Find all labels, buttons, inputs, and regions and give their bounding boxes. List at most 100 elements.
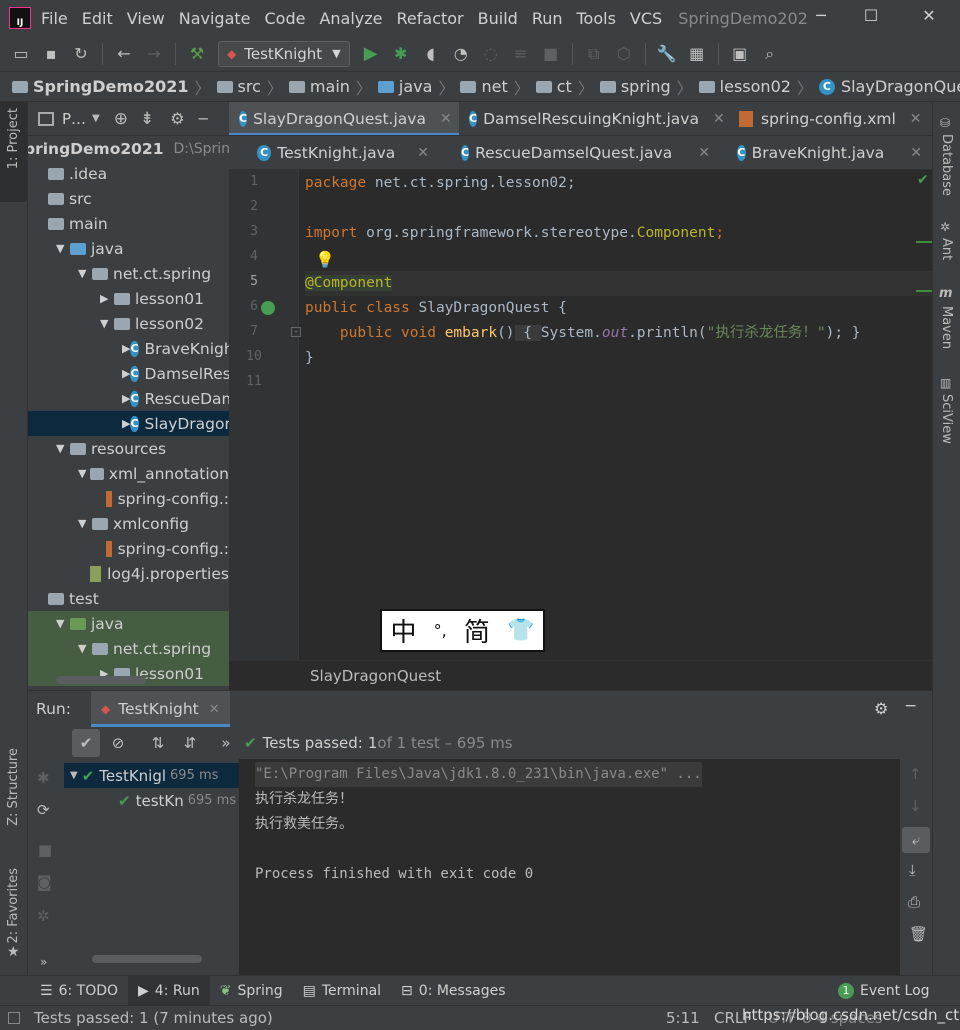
tab-run[interactable]: ▶ 4: Run <box>128 975 210 1006</box>
menu-tools[interactable]: Tools <box>577 9 616 28</box>
breadcrumb-project[interactable]: SpringDemo2021 〉 <box>12 75 217 99</box>
event-log-button[interactable]: 1 Event Log <box>828 976 940 1006</box>
coverage-icon[interactable]: ◖ <box>416 39 446 69</box>
vcs-update-icon[interactable]: ⧉ <box>579 39 609 69</box>
status-message[interactable]: Tests passed: 1 (7 minutes ago) <box>34 1009 273 1027</box>
tree-item[interactable]: ▶ C SlayDragon <box>28 411 229 436</box>
collapse-all-icon[interactable]: ⇟ <box>140 109 154 129</box>
tab-spring-config[interactable]: spring-config.xml ✕ <box>729 102 932 135</box>
presentation-icon[interactable]: ▣ <box>725 39 755 69</box>
print-icon[interactable]: ⎙ <box>908 893 920 911</box>
tree-item[interactable]: spring-config.: <box>28 486 229 511</box>
menu-navigate[interactable]: Navigate <box>179 9 251 28</box>
code-area[interactable]: package net.ct.spring.lesson02; import o… <box>305 170 932 660</box>
tab-damselrescuingknight[interactable]: C DamselRescuingKnight.java ✕ <box>459 102 729 135</box>
menu-run[interactable]: Run <box>532 9 563 28</box>
menu-edit[interactable]: Edit <box>82 9 113 28</box>
close-icon[interactable]: ✕ <box>417 145 429 161</box>
breadcrumb-net[interactable]: net 〉 <box>460 75 535 99</box>
attach-icon[interactable]: ◌ <box>476 39 506 69</box>
caret-position[interactable]: 5:11 <box>666 1009 700 1027</box>
tree-item[interactable]: ▼ java <box>28 611 229 636</box>
menu-file[interactable]: File <box>41 9 68 28</box>
spring-bean-gutter-icon[interactable] <box>261 301 275 315</box>
soft-wrap-icon[interactable]: ⤶ <box>902 827 930 853</box>
close-icon[interactable]: ✕ <box>440 111 452 127</box>
tab-rescuedamselquest[interactable]: C RescueDamselQuest.java ✕ <box>439 136 717 169</box>
menu-build[interactable]: Build <box>478 9 518 28</box>
debug-icon[interactable]: ✱ <box>37 769 50 787</box>
sort-alpha-icon[interactable]: ⇅ <box>144 729 172 757</box>
lightbulb-icon[interactable]: 💡 <box>315 250 335 269</box>
tree-item[interactable]: spring-config.: <box>28 536 229 561</box>
chevron-down-icon[interactable]: ▼ <box>78 267 92 280</box>
chevron-right-icon[interactable]: ▶ <box>122 392 130 405</box>
breadcrumb-main[interactable]: main 〉 <box>288 75 378 99</box>
tab-slaydragonquest[interactable]: C SlayDragonQuest.java ✕ <box>229 102 459 135</box>
close-icon[interactable]: ✕ <box>910 111 922 127</box>
tree-item[interactable]: ▼ xml_annotation <box>28 461 229 486</box>
database-toolwindow-button[interactable]: Database <box>939 134 954 196</box>
project-structure-icon[interactable]: ▦ <box>682 39 712 69</box>
footer-crumb-label[interactable]: SlayDragonQuest <box>310 667 441 685</box>
settings-icon[interactable]: ✲ <box>37 907 50 925</box>
close-window-button[interactable]: ✕ <box>914 6 944 30</box>
menu-view[interactable]: View <box>127 9 165 28</box>
open-folder-icon[interactable]: ▭ <box>6 39 36 69</box>
fold-icon[interactable]: - <box>291 327 301 337</box>
tree-item[interactable]: test <box>28 586 229 611</box>
chevron-right-icon[interactable]: ▶ <box>122 367 130 380</box>
test-row-testknight[interactable]: ▼ ✔ TestKnigl 695 ms <box>64 763 239 788</box>
menu-code[interactable]: Code <box>265 9 306 28</box>
menu-vcs[interactable]: VCS <box>630 9 662 28</box>
more-icon[interactable]: » <box>40 955 47 969</box>
breadcrumb-spring[interactable]: spring 〉 <box>599 75 699 99</box>
close-icon[interactable]: ✕ <box>713 111 725 127</box>
horizontal-scrollbar[interactable] <box>92 955 202 963</box>
maven-toolwindow-button[interactable]: Maven <box>939 306 954 349</box>
up-arrow-icon[interactable]: ↑ <box>909 765 922 783</box>
save-all-icon[interactable]: ▪ <box>36 39 66 69</box>
minimize-button[interactable]: ─ <box>806 6 836 30</box>
horizontal-scrollbar[interactable] <box>56 676 146 684</box>
chevron-down-icon[interactable]: ▼ <box>78 517 92 530</box>
chevron-right-icon[interactable]: ▶ <box>100 292 114 305</box>
menu-analyze[interactable]: Analyze <box>319 9 382 28</box>
chevron-down-icon[interactable]: ▼ <box>78 642 92 655</box>
close-icon[interactable]: ✕ <box>910 145 922 161</box>
run-icon[interactable]: ▶ <box>356 39 386 69</box>
rerun-icon[interactable]: ≡ <box>506 39 536 69</box>
show-passed-icon[interactable]: ✔ <box>72 729 100 757</box>
search-icon[interactable]: ⌕ <box>755 39 785 69</box>
chevron-down-icon[interactable]: ▼ <box>56 617 70 630</box>
tab-messages[interactable]: ⊟ 0: Messages <box>391 976 515 1006</box>
tab-braveknight[interactable]: C BraveKnight.java ✕ <box>717 136 932 169</box>
sort-duration-icon[interactable]: ⇵ <box>176 729 204 757</box>
chevron-down-icon[interactable]: ▼ <box>56 242 70 255</box>
stop-icon[interactable]: ■ <box>536 39 566 69</box>
tree-item[interactable]: ▶ lesson01 <box>28 286 229 311</box>
tree-item[interactable]: ▼ net.ct.spring <box>28 636 229 661</box>
trash-icon[interactable]: 🗑 <box>909 925 928 943</box>
tree-item[interactable]: ▼ xmlconfig <box>28 511 229 536</box>
tree-item[interactable]: main <box>28 211 229 236</box>
show-ignored-icon[interactable]: ⊘ <box>104 729 132 757</box>
breadcrumb-java[interactable]: java 〉 <box>377 75 461 99</box>
project-view-selector[interactable]: P… <box>62 110 86 128</box>
hide-panel-icon[interactable]: ─ <box>199 110 208 128</box>
breadcrumb-lesson02[interactable]: lesson02 〉 <box>698 75 819 99</box>
hide-panel-icon[interactable]: ─ <box>906 697 915 715</box>
chevron-right-icon[interactable]: ▶ <box>122 342 130 355</box>
tab-terminal[interactable]: ▤ Terminal <box>293 976 391 1006</box>
build-hammer-icon[interactable]: ⚒ <box>182 39 212 69</box>
run-configuration-select[interactable]: ◆ TestKnight ▼ <box>218 40 350 67</box>
breadcrumb-src[interactable]: src 〉 <box>216 75 289 99</box>
maximize-button[interactable]: ☐ <box>856 6 886 30</box>
tab-todo[interactable]: ☰ 6: TODO <box>30 976 128 1006</box>
tab-testknight[interactable]: C TestKnight.java ✕ <box>229 136 439 169</box>
console-output[interactable]: "E:\Program Files\Java\jdk1.8.0_231\bin\… <box>240 759 900 976</box>
gear-icon[interactable]: ⚙ <box>874 699 888 718</box>
stop-icon[interactable]: ■ <box>38 841 52 859</box>
structure-toolwindow-button[interactable]: Z: Structure <box>6 748 21 826</box>
ant-toolwindow-button[interactable]: Ant <box>939 238 954 260</box>
